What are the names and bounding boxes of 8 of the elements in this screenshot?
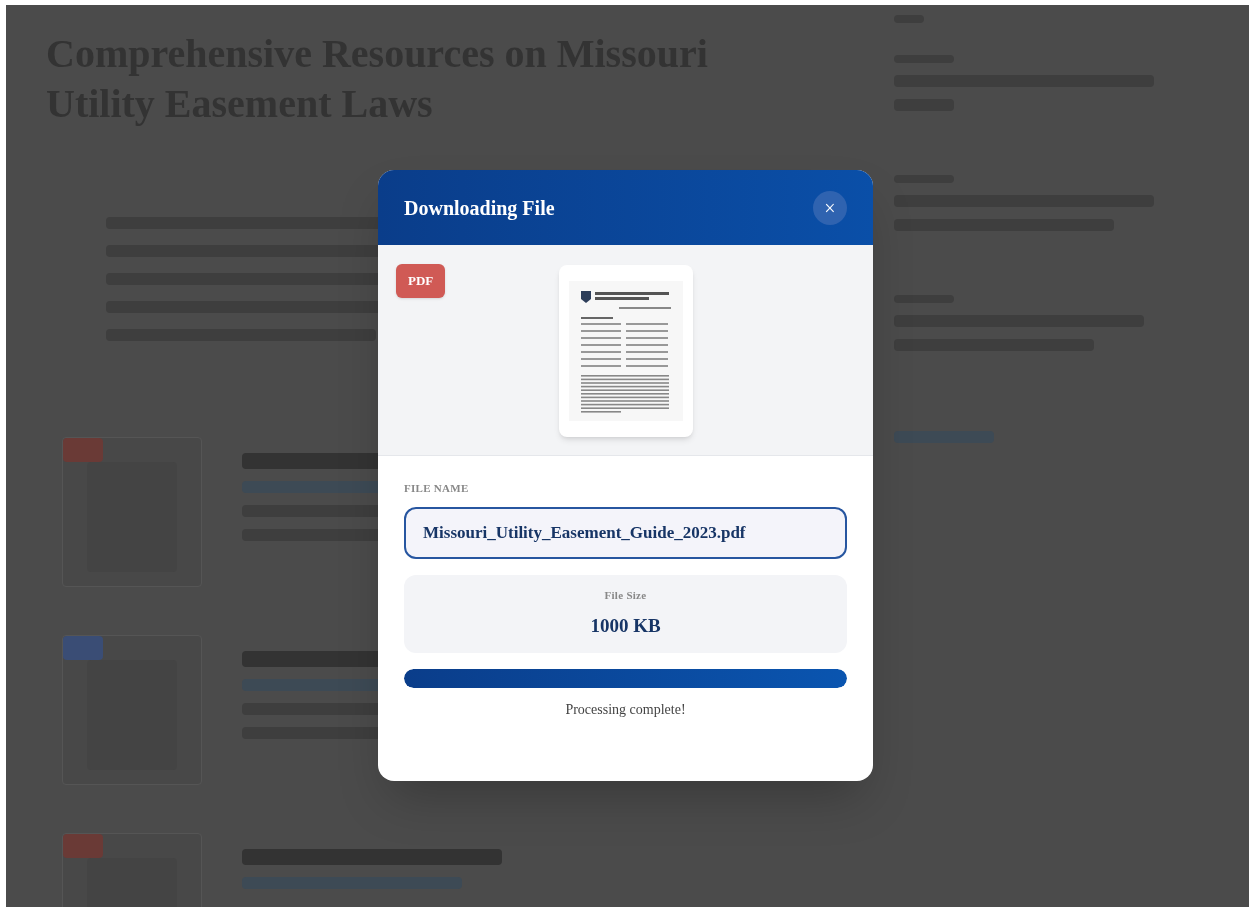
file-size-value: 1000 KB bbox=[590, 613, 661, 638]
dialog-title: Downloading File bbox=[404, 195, 555, 222]
file-size-label: File Size bbox=[604, 588, 647, 603]
file-name-label: FILE NAME bbox=[404, 481, 470, 496]
status-text: Processing complete! bbox=[564, 700, 687, 719]
close-button[interactable]: × bbox=[813, 190, 847, 225]
pdf-badge: PDF bbox=[396, 264, 446, 298]
file-name-field[interactable]: Missouri_Utility_Easement_Guide_2023.pdf bbox=[404, 506, 847, 559]
